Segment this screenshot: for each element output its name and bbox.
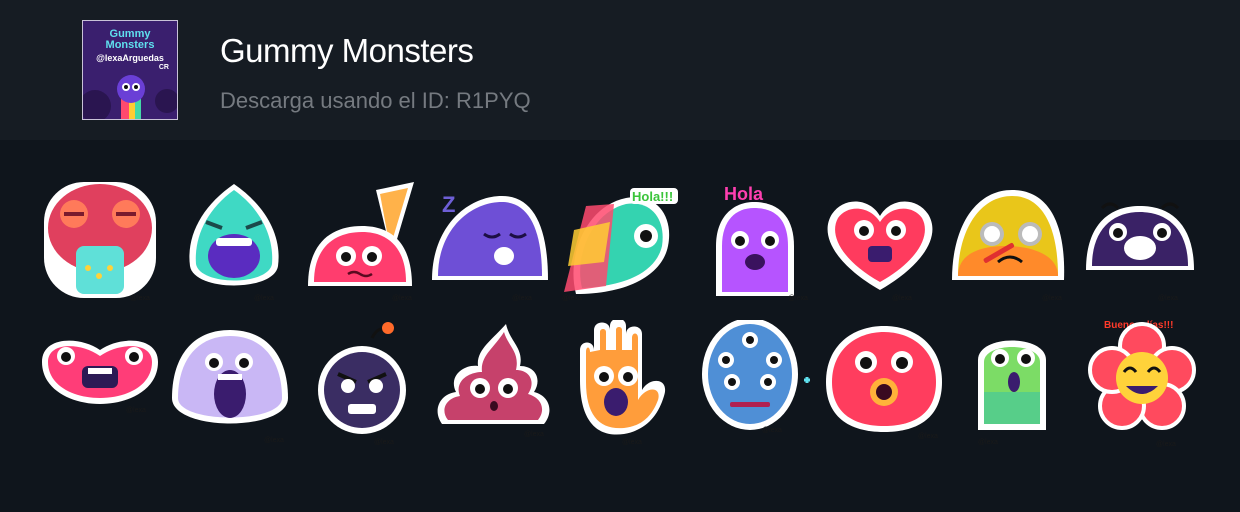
sticker-screaming-lavender-monster[interactable]: @lexa bbox=[168, 320, 292, 450]
sticker-ice-cream-cone-monster[interactable]: @lexa bbox=[302, 176, 426, 306]
watermark: @lexa bbox=[254, 295, 274, 302]
thumbnail-country: CR bbox=[158, 64, 169, 71]
sticker-hola-octopus-monster[interactable]: Hola @lexa bbox=[698, 176, 822, 306]
sticker-poop-monster[interactable]: @lexa bbox=[432, 320, 556, 450]
watermark: @lexa bbox=[978, 439, 998, 446]
sticker-laughing-teal-monster[interactable]: @lexa bbox=[172, 176, 296, 306]
watermark: @lexa bbox=[1158, 295, 1178, 302]
sticker-heart-monster[interactable]: @lexa bbox=[818, 176, 942, 306]
watermark: @lexa bbox=[126, 407, 146, 414]
svg-text:Z: Z bbox=[442, 192, 455, 217]
sticker-hand-monster[interactable]: @lexa bbox=[566, 320, 690, 450]
watermark: @lexa bbox=[788, 295, 808, 302]
watermark: @lexa bbox=[374, 439, 394, 446]
watermark: @lexa bbox=[622, 439, 642, 446]
watermark: @lexa bbox=[512, 295, 532, 302]
sticker-dark-purple-blob-monster[interactable]: @lexa bbox=[1078, 176, 1202, 306]
sticker-thermometer-sick-monster[interactable]: @lexa bbox=[946, 176, 1070, 306]
sticker-grid: @lexa @lexa @lexa Z @lexa Hola!!! @lexa … bbox=[0, 140, 1240, 512]
thumbnail-author: @lexaArguedas bbox=[96, 53, 164, 63]
sticker-sleeping-purple-monster[interactable]: Z @lexa bbox=[428, 176, 552, 306]
svg-text:Hola!!!: Hola!!! bbox=[632, 189, 673, 204]
sticker-rainbow-unicorn-monster[interactable]: Hola!!! @lexa bbox=[556, 176, 680, 306]
pack-title: Gummy Monsters bbox=[220, 32, 474, 69]
sticker-lips-monster[interactable]: @lexa bbox=[38, 320, 162, 450]
watermark: @lexa bbox=[762, 427, 782, 434]
watermark: @lexa bbox=[264, 437, 284, 444]
watermark: @lexa bbox=[1042, 295, 1062, 302]
sticker-sleepy-red-monster[interactable]: @lexa bbox=[38, 176, 162, 306]
thumbnail-title: Gummy Monsters bbox=[105, 28, 155, 51]
sticker-flower-monster[interactable]: Buenos días!!! @lexa bbox=[1086, 320, 1210, 450]
watermark: @lexa bbox=[892, 295, 912, 302]
sticker-surprised-red-monster[interactable]: @lexa bbox=[822, 320, 946, 450]
watermark: @lexa bbox=[524, 431, 544, 438]
watermark: @lexa bbox=[562, 295, 582, 302]
pack-header: Gummy Monsters @lexaArguedas CR Gummy Mon… bbox=[0, 0, 1240, 140]
sticker-green-cactus-monster[interactable]: @lexa bbox=[956, 320, 1080, 450]
pack-thumbnail[interactable]: Gummy Monsters @lexaArguedas CR bbox=[82, 20, 178, 120]
watermark: @lexa bbox=[392, 295, 412, 302]
sticker-five-eyed-monster[interactable]: @lexa bbox=[696, 320, 820, 450]
watermark: @lexa bbox=[918, 433, 938, 440]
watermark: @lexa bbox=[1156, 441, 1176, 448]
pack-download-id: Descarga usando el ID: R1PYQ bbox=[220, 88, 531, 113]
sticker-angry-bomb-monster[interactable]: @lexa bbox=[312, 320, 436, 450]
svg-text:Hola: Hola bbox=[724, 184, 764, 204]
watermark: @lexa bbox=[130, 295, 150, 302]
